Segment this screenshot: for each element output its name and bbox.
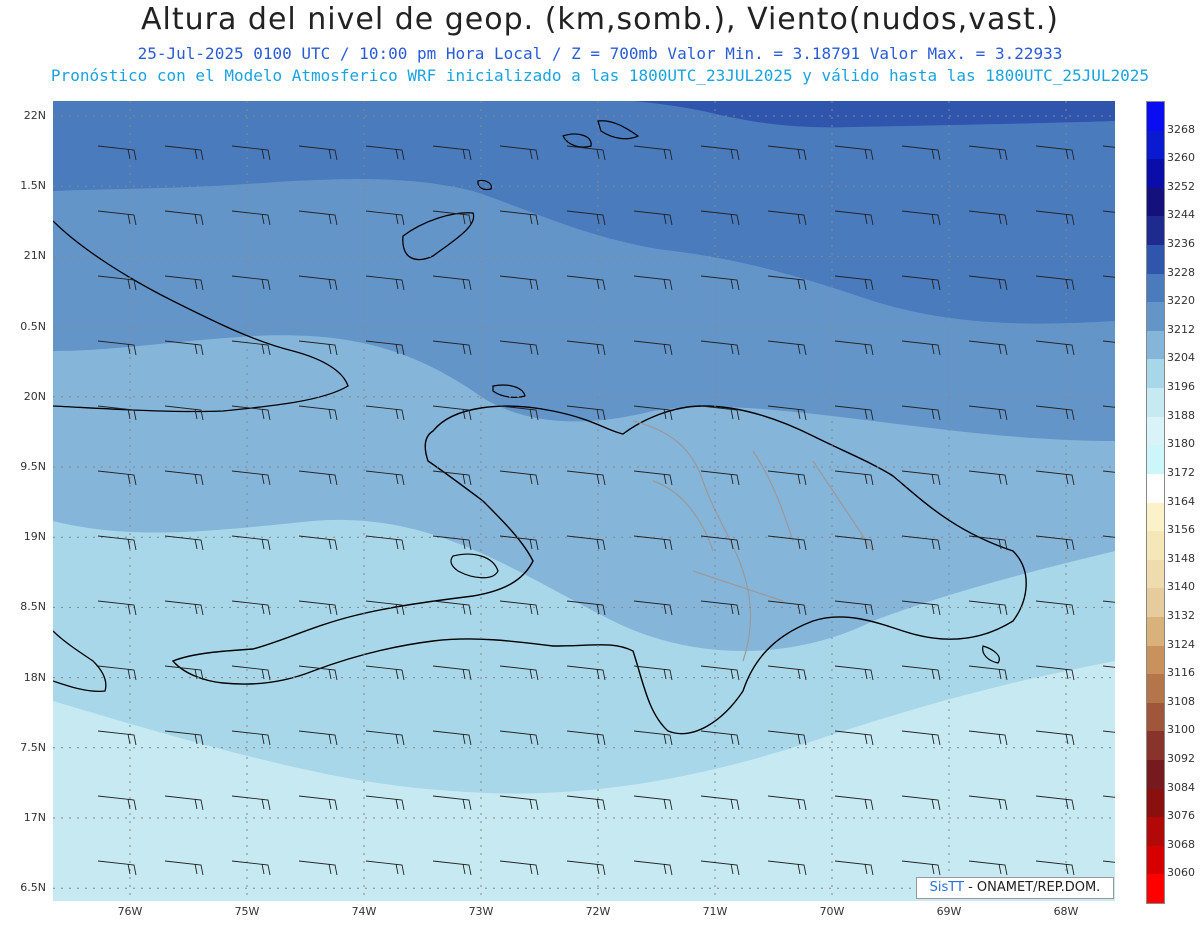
colorbar-label: 3228 (1167, 265, 1195, 279)
lat-label: 17N (23, 811, 46, 824)
colorbar-label: 3212 (1167, 322, 1195, 336)
colorbar-label: 3084 (1167, 780, 1195, 794)
lat-label: 20N (23, 389, 46, 403)
colorbar-label: 3260 (1167, 151, 1195, 165)
map-subtitle-model-run: Pronóstico con el Modelo Atmosferico WRF… (50, 66, 1150, 85)
colorbar-segment (1147, 817, 1164, 847)
colorbar-label: 3204 (1167, 351, 1195, 365)
geopotential-map (53, 101, 1115, 901)
colorbar-segment (1147, 674, 1164, 704)
lat-label: 19N (23, 530, 46, 544)
colorbar-segment (1147, 159, 1164, 189)
colorbar-label: 3156 (1167, 523, 1195, 537)
colorbar-label: 3236 (1167, 237, 1195, 251)
map-canvas (53, 101, 1115, 901)
colorbar-segment (1147, 502, 1164, 532)
lon-label: 71W (702, 905, 728, 918)
lon-label: 69W (936, 905, 962, 918)
colorbar-segment (1147, 788, 1164, 818)
colorbar-segment (1147, 531, 1164, 561)
lat-label: 0.5N (20, 319, 46, 333)
credit-brand: SisTT (929, 880, 964, 895)
colorbar-label: 3124 (1167, 637, 1195, 651)
lon-label: 68W (1053, 905, 1079, 918)
lon-label: 70W (819, 905, 845, 918)
colorbar-label: 3196 (1167, 380, 1195, 394)
lat-label: 8.5N (20, 600, 46, 614)
lat-label: 7.5N (20, 740, 46, 754)
credit-text: - ONAMET/REP.DOM. (963, 880, 1101, 895)
colorbar-segment (1147, 759, 1164, 790)
colorbar-segment (1147, 216, 1164, 246)
lon-label: 76W (117, 905, 143, 918)
colorbar-label: 3140 (1167, 580, 1195, 594)
colorbar-segment (1147, 473, 1164, 503)
colorbar-segment (1147, 702, 1164, 732)
colorbar-segment (1147, 302, 1164, 332)
colorbar-segment (1147, 388, 1164, 418)
map-subtitle-valid-time: 25-Jul-2025 0100 UTC / 10:00 pm Hora Loc… (137, 44, 1063, 63)
lat-label: 6.5N (20, 881, 46, 895)
lon-label: 75W (234, 905, 260, 918)
colorbar-segment (1147, 559, 1164, 589)
colorbar-segment (1147, 102, 1164, 132)
map-title: Altura del nivel de geop. (km,somb.), Vi… (141, 2, 1059, 37)
colorbar-label: 3188 (1167, 408, 1195, 422)
lat-label: 9.5N (20, 460, 46, 473)
colorbar-segment (1147, 588, 1164, 618)
colorbar-label: 3108 (1167, 694, 1195, 708)
colorbar-label: 3116 (1167, 666, 1195, 680)
lon-label: 72W (585, 905, 611, 918)
colorbar-label: 3252 (1167, 179, 1195, 193)
colorbar-label: 3172 (1167, 465, 1195, 479)
colorbar-label: 3068 (1167, 837, 1195, 851)
colorbar-label: 3076 (1167, 809, 1195, 823)
colorbar-label: 3092 (1167, 751, 1195, 765)
colorbar-segment (1147, 273, 1164, 303)
lon-label: 73W (468, 905, 494, 918)
colorbar-segment (1147, 359, 1164, 389)
colorbar-label: 3180 (1167, 437, 1195, 451)
colorbar-segment (1147, 445, 1164, 475)
lat-label: 22N (23, 109, 46, 122)
colorbar-label: 3268 (1167, 122, 1195, 136)
colorbar-segment (1147, 330, 1164, 360)
colorbar-label: 3244 (1167, 208, 1195, 222)
colorbar-segment (1147, 616, 1164, 647)
colorbar-segment (1147, 245, 1164, 275)
colorbar-label: 3132 (1167, 608, 1195, 622)
colorbar-segment (1147, 130, 1164, 160)
colorbar-segment (1147, 731, 1164, 761)
colorbar-segment (1147, 187, 1164, 217)
colorbar-label: 3148 (1167, 551, 1195, 565)
colorbar-segment (1147, 845, 1164, 875)
colorbar-segment (1147, 416, 1164, 446)
colorbar-segment (1147, 645, 1164, 675)
credit-box: SisTT - ONAMET/REP.DOM. (916, 877, 1114, 899)
colorbar-label: 3164 (1167, 494, 1195, 508)
colorbar (1146, 101, 1165, 904)
colorbar-label: 3100 (1167, 723, 1195, 737)
lat-label: 18N (23, 670, 46, 684)
colorbar-segment (1147, 874, 1164, 904)
colorbar-label: 3220 (1167, 294, 1195, 308)
colorbar-label: 3060 (1167, 866, 1195, 880)
lon-label: 74W (351, 905, 377, 918)
lat-label: 21N (23, 249, 46, 263)
lat-label: 1.5N (20, 179, 46, 193)
